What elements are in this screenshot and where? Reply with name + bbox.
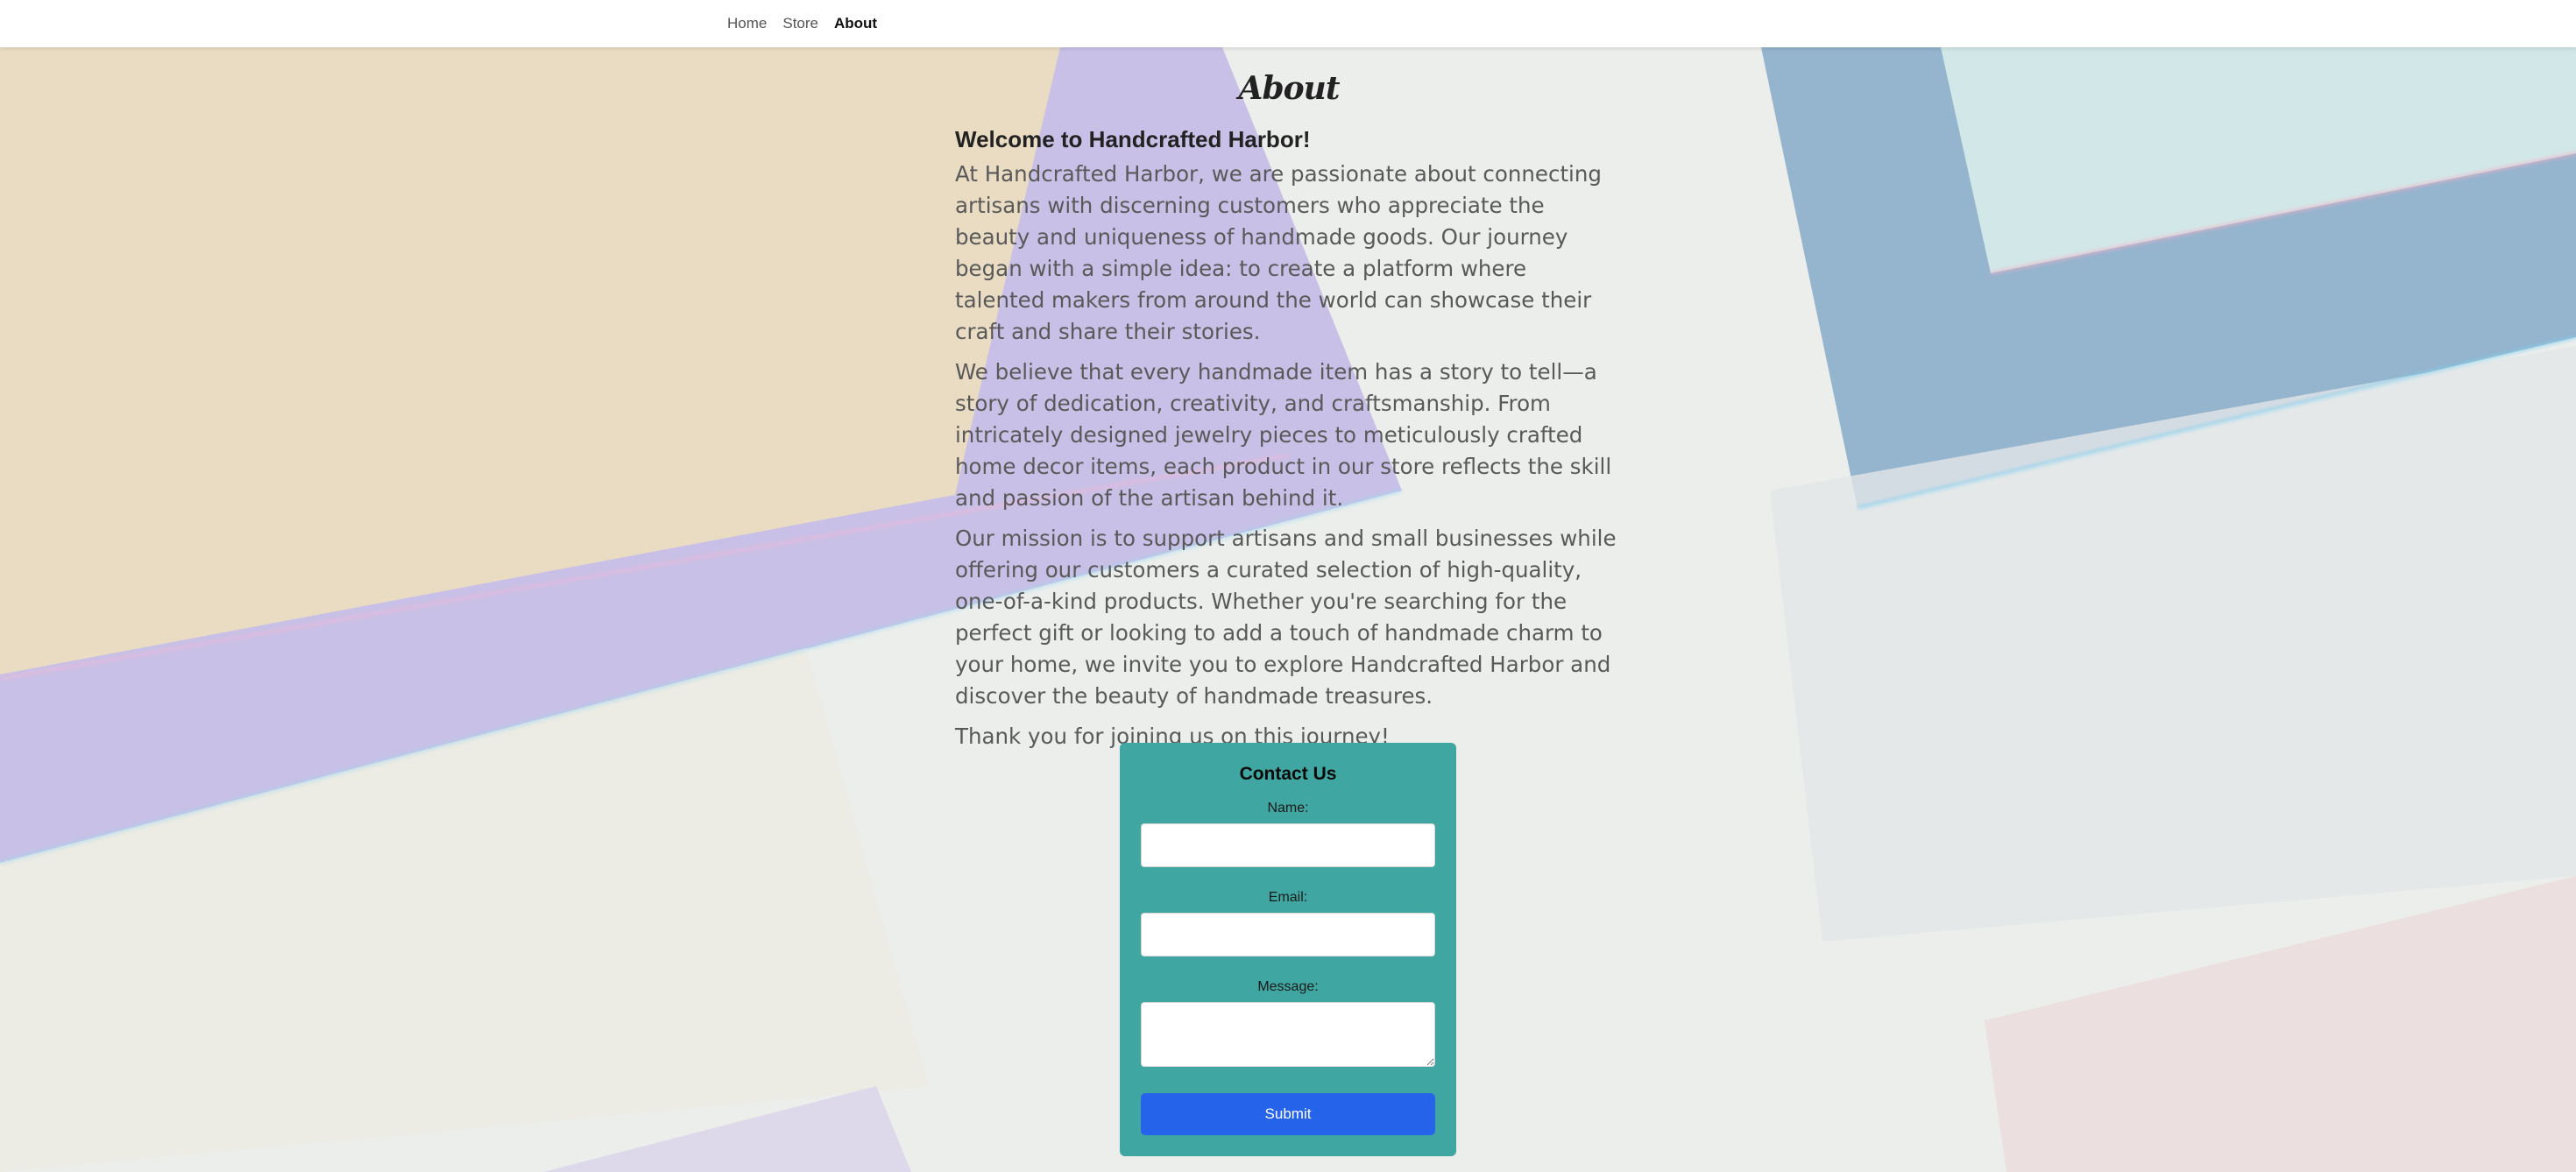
nav-about-link[interactable]: About [834, 15, 877, 32]
about-paragraph-1: At Handcrafted Harbor, we are passionate… [955, 161, 1602, 344]
page-title: About [1238, 70, 1341, 107]
email-input[interactable] [1141, 913, 1435, 957]
contact-title: Contact Us [1239, 764, 1337, 784]
name-label: Name: [1267, 801, 1309, 815]
about-paragraph-2: We believe that every handmade item has … [955, 359, 1612, 511]
about-content: About Welcome to Handcrafted Harbor! At … [955, 70, 1623, 761]
email-label: Email: [1268, 890, 1308, 905]
nav-links: Home Store About [727, 0, 893, 47]
nav-home-link[interactable]: Home [727, 15, 767, 32]
contact-form: Contact Us Name: Email: Message: Submit [1120, 743, 1456, 1156]
top-navbar: Home Store About [0, 0, 2576, 47]
message-textarea[interactable] [1141, 1002, 1435, 1067]
name-input[interactable] [1141, 823, 1435, 867]
nav-store-link[interactable]: Store [782, 15, 818, 32]
about-paragraph-3: Our mission is to support artisans and s… [955, 526, 1617, 709]
message-label: Message: [1257, 979, 1319, 994]
submit-button[interactable]: Submit [1141, 1093, 1435, 1135]
welcome-heading: Welcome to Handcrafted Harbor! [955, 126, 1311, 152]
